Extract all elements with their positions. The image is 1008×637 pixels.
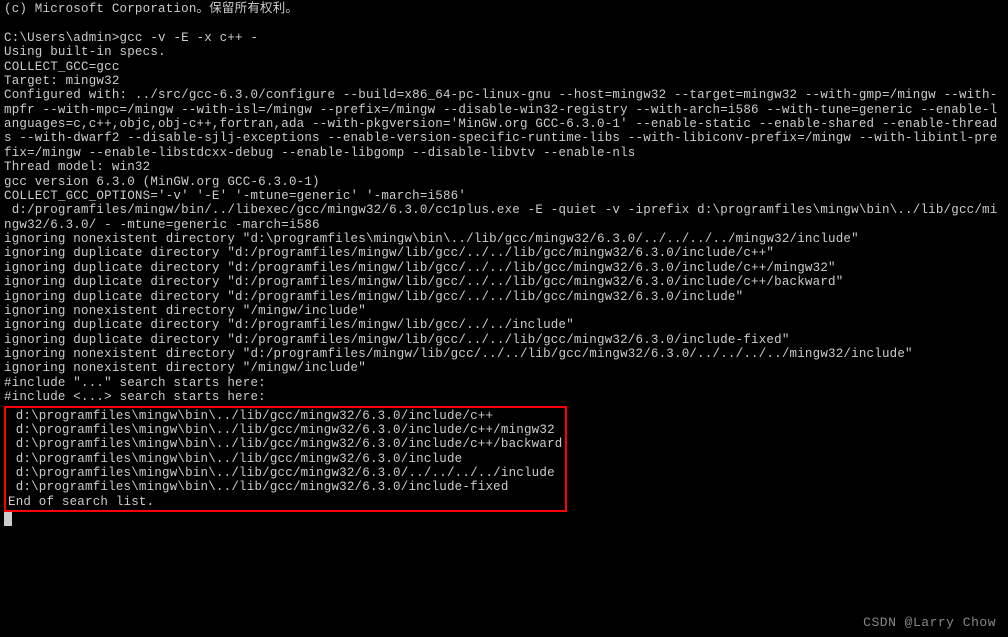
search-paths-highlight: d:\programfiles\mingw\bin\../lib/gcc/min… [4,406,567,513]
copyright-line: (c) Microsoft Corporation。保留所有权利。 [4,2,1004,16]
search-path: d:\programfiles\mingw\bin\../lib/gcc/min… [8,409,563,423]
ignore-line: ignoring duplicate directory "d:/program… [4,333,1004,347]
output-thread-model: Thread model: win32 [4,160,1004,174]
ignore-line: ignoring nonexistent directory "d:/progr… [4,347,1004,361]
search-path: d:\programfiles\mingw\bin\../lib/gcc/min… [8,452,563,466]
output-target: Target: mingw32 [4,74,1004,88]
include-quote-header: #include "..." search starts here: [4,376,1004,390]
ignore-line: ignoring duplicate directory "d:/program… [4,261,1004,275]
search-path: d:\programfiles\mingw\bin\../lib/gcc/min… [8,437,563,451]
output-specs: Using built-in specs. [4,45,1004,59]
include-angle-header: #include <...> search starts here: [4,390,1004,404]
watermark-text: CSDN @Larry Chow [863,616,996,631]
output-cc1plus: d:/programfiles/mingw/bin/../libexec/gcc… [4,203,1004,232]
ignore-line: ignoring nonexistent directory "/mingw/i… [4,304,1004,318]
ignore-line: ignoring duplicate directory "d:/program… [4,246,1004,260]
ignore-line: ignoring duplicate directory "d:/program… [4,318,1004,332]
output-configured: Configured with: ../src/gcc-6.3.0/config… [4,88,1004,160]
command-prompt-line: C:\Users\admin>gcc -v -E -x c++ - [4,31,1004,45]
ignore-line: ignoring duplicate directory "d:/program… [4,275,1004,289]
ignore-line: ignoring duplicate directory "d:/program… [4,290,1004,304]
search-path: d:\programfiles\mingw\bin\../lib/gcc/min… [8,480,563,494]
blank-line [4,16,1004,30]
terminal-output[interactable]: (c) Microsoft Corporation。保留所有权利。 C:\Use… [4,2,1004,527]
output-collect-options: COLLECT_GCC_OPTIONS='-v' '-E' '-mtune=ge… [4,189,1004,203]
output-collect-gcc: COLLECT_GCC=gcc [4,60,1004,74]
output-gcc-version: gcc version 6.3.0 (MinGW.org GCC-6.3.0-1… [4,175,1004,189]
cursor-line[interactable] [4,512,1004,526]
search-path: d:\programfiles\mingw\bin\../lib/gcc/min… [8,423,563,437]
ignore-line: ignoring nonexistent directory "d:\progr… [4,232,1004,246]
search-path: d:\programfiles\mingw\bin\../lib/gcc/min… [8,466,563,480]
end-search-list: End of search list. [8,495,563,509]
ignore-line: ignoring nonexistent directory "/mingw/i… [4,361,1004,375]
cursor-icon [4,512,12,526]
